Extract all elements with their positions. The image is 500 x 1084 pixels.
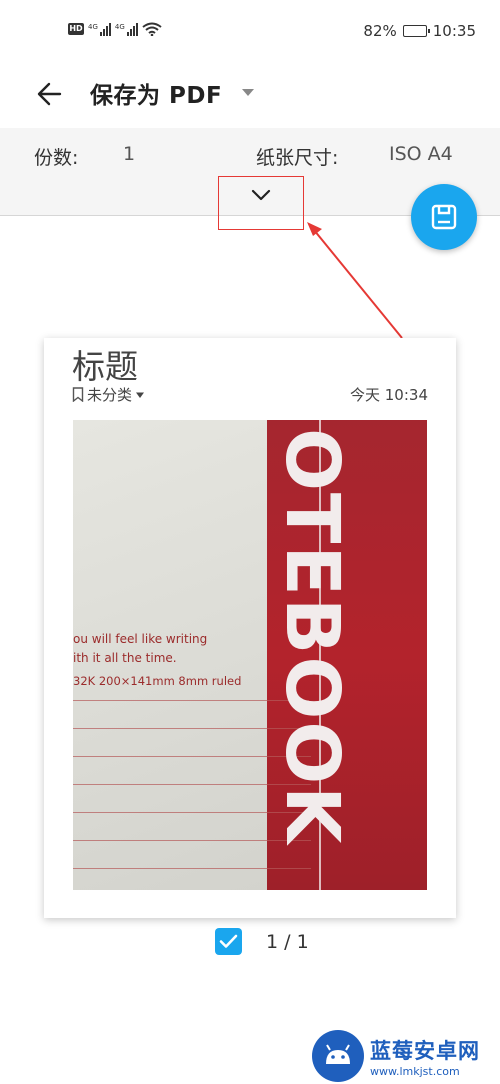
page-count: 1 / 1 xyxy=(266,930,309,953)
pdf-preview-page[interactable]: 标题 未分类 今天 10:34 ou will feel like writin… xyxy=(44,338,456,918)
clock: 10:35 xyxy=(432,22,476,40)
watermark-logo-icon xyxy=(312,1030,364,1082)
photo-text-spec: 32K 200×141mm 8mm ruled xyxy=(73,674,242,688)
note-category: 未分类 xyxy=(72,384,145,405)
watermark-url: www.lmkjst.com xyxy=(370,1064,460,1078)
site-watermark: 蓝莓安卓网 www.lmkjst.com xyxy=(312,1030,480,1082)
signal-icon: 4G xyxy=(115,22,138,36)
expand-options-button[interactable] xyxy=(218,176,304,230)
signal-icon: 4G xyxy=(88,22,111,36)
photo-brand-text: OTEBOOK xyxy=(269,428,355,846)
printer-selector[interactable]: 保存为 PDF xyxy=(90,76,222,110)
paper-size-value[interactable]: ISO A4 xyxy=(389,143,453,165)
save-icon xyxy=(431,204,457,230)
category-label: 未分类 xyxy=(87,386,133,404)
photo-text-line1: ou will feel like writing xyxy=(73,632,208,646)
checkmark-icon xyxy=(219,934,238,948)
battery-percent: 82% xyxy=(363,22,397,40)
bookmark-icon xyxy=(72,387,84,402)
save-pdf-button[interactable] xyxy=(411,184,477,250)
page-selection: 1 / 1 xyxy=(215,928,309,955)
back-arrow-icon xyxy=(37,82,62,106)
status-left: HD 4G 4G xyxy=(68,22,162,36)
watermark-name: 蓝莓安卓网 xyxy=(370,1038,480,1063)
caret-down-icon xyxy=(136,392,145,398)
notebook-photo: ou will feel like writing ith it all the… xyxy=(73,420,427,890)
top-app-bar: 保存为 PDF xyxy=(0,62,500,128)
wifi-icon xyxy=(142,22,162,36)
paper-size-label: 纸张尺寸: xyxy=(256,147,339,169)
note-title: 标题 xyxy=(72,347,138,386)
copies-label: 份数: xyxy=(34,147,79,169)
back-button[interactable] xyxy=(30,74,70,114)
note-time: 今天 10:34 xyxy=(350,386,428,404)
status-bar: HD 4G 4G 82% 10:35 xyxy=(0,0,500,62)
hd-badge: HD xyxy=(68,23,84,35)
status-right: 82% 10:35 xyxy=(363,22,476,40)
printer-dropdown[interactable] xyxy=(238,82,258,102)
photo-text-line2: ith it all the time. xyxy=(73,651,177,665)
dropdown-caret-icon xyxy=(242,89,254,96)
page-checkbox[interactable] xyxy=(215,928,242,955)
chevron-down-icon xyxy=(251,189,271,201)
battery-icon xyxy=(402,25,430,37)
ruled-line xyxy=(73,868,311,869)
copies-value[interactable]: 1 xyxy=(123,143,135,165)
